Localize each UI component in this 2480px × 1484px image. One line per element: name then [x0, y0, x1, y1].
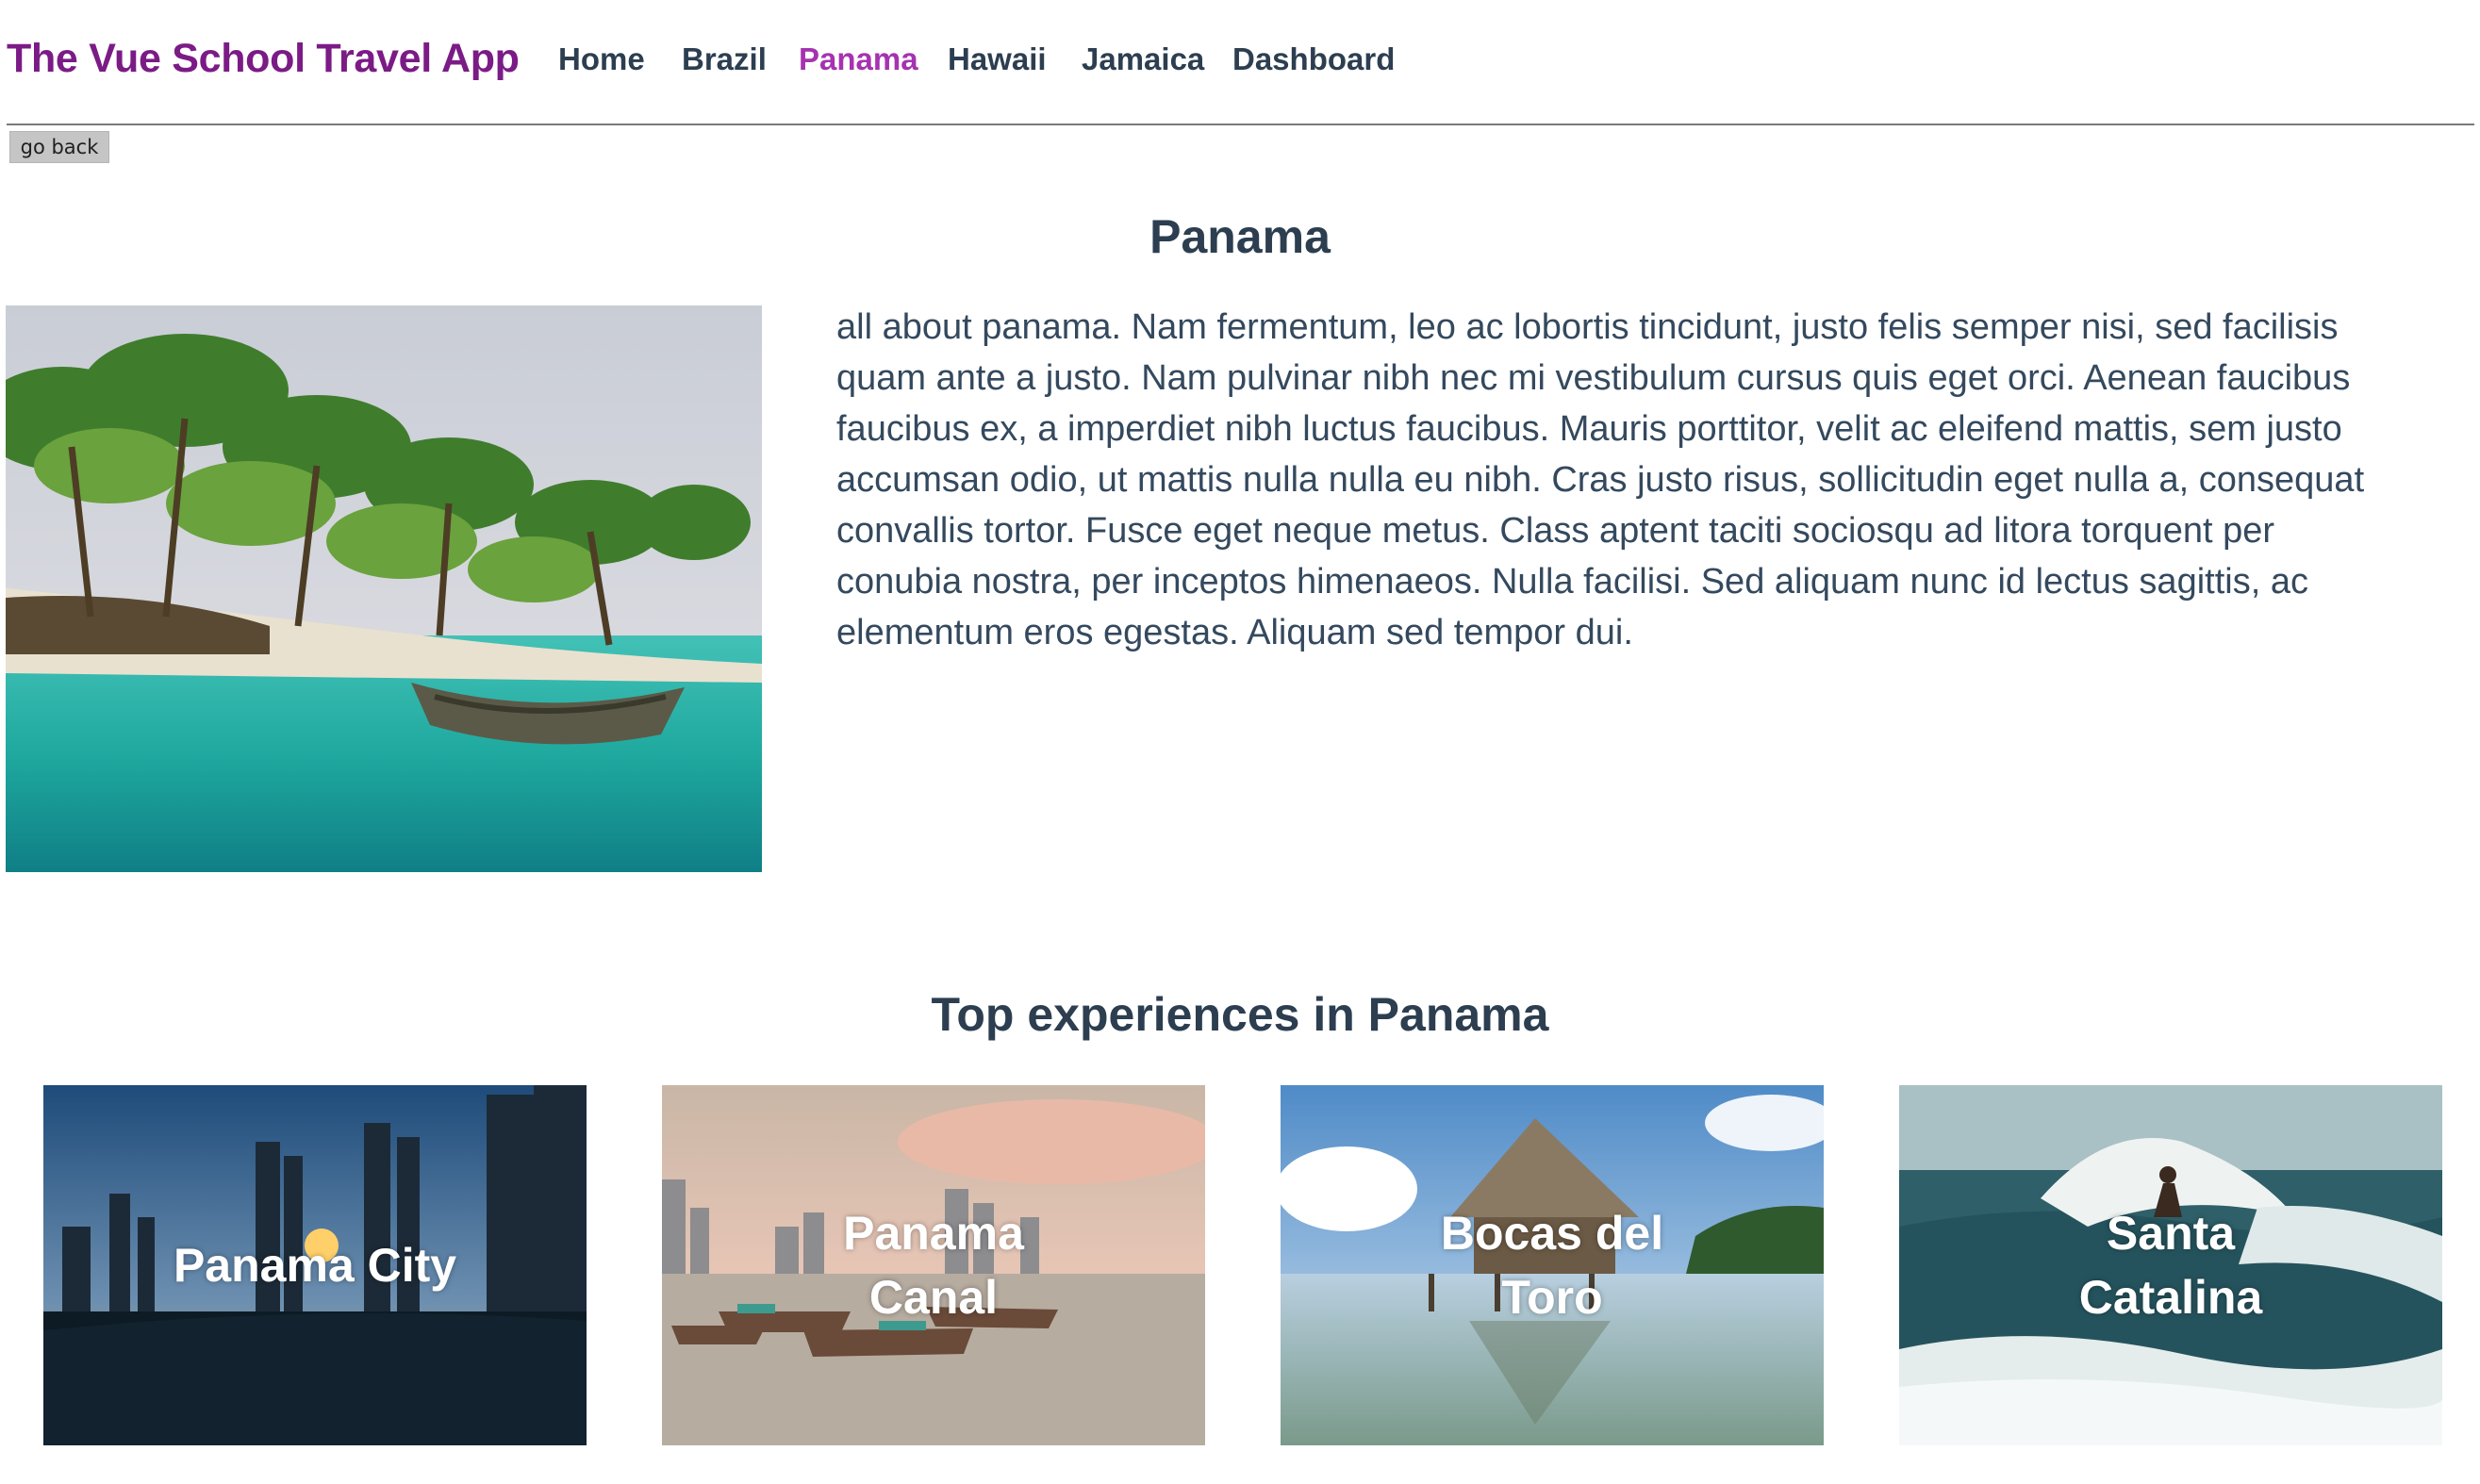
experience-card-bocas-del-toro[interactable]: Bocas del Toro: [1281, 1085, 1824, 1445]
experience-card-panama-canal[interactable]: Panama Canal: [662, 1085, 1205, 1445]
nav-hawaii[interactable]: Hawaii: [948, 41, 1047, 77]
experience-card-panama-city[interactable]: Panama City: [43, 1085, 587, 1445]
destination-title: Panama: [1149, 210, 1331, 263]
top-nav: The Vue School Travel App Home Brazil Pa…: [7, 0, 2474, 125]
nav-dashboard[interactable]: Dashboard: [1232, 41, 1395, 77]
experiences-title: Top experiences in Panama: [931, 988, 1549, 1041]
nav-jamaica[interactable]: Jamaica: [1082, 41, 1204, 77]
experience-label: Panama City: [173, 1239, 457, 1292]
nav-panama[interactable]: Panama: [799, 41, 918, 77]
experience-label: Panama Canal: [843, 1207, 1024, 1324]
app-logo-link[interactable]: The Vue School Travel App: [7, 36, 520, 82]
experience-label: Bocas del Toro: [1440, 1207, 1664, 1324]
experience-card-santa-catalina[interactable]: Santa Catalina: [1899, 1085, 2442, 1445]
experience-label: Santa Catalina: [2078, 1207, 2263, 1324]
go-back-button[interactable]: go back: [9, 131, 109, 163]
nav-home[interactable]: Home: [558, 41, 645, 77]
destination-description: all about panama. Nam fermentum, leo ac …: [836, 307, 2365, 652]
nav-brazil[interactable]: Brazil: [682, 41, 767, 77]
destination-image: [6, 305, 762, 872]
